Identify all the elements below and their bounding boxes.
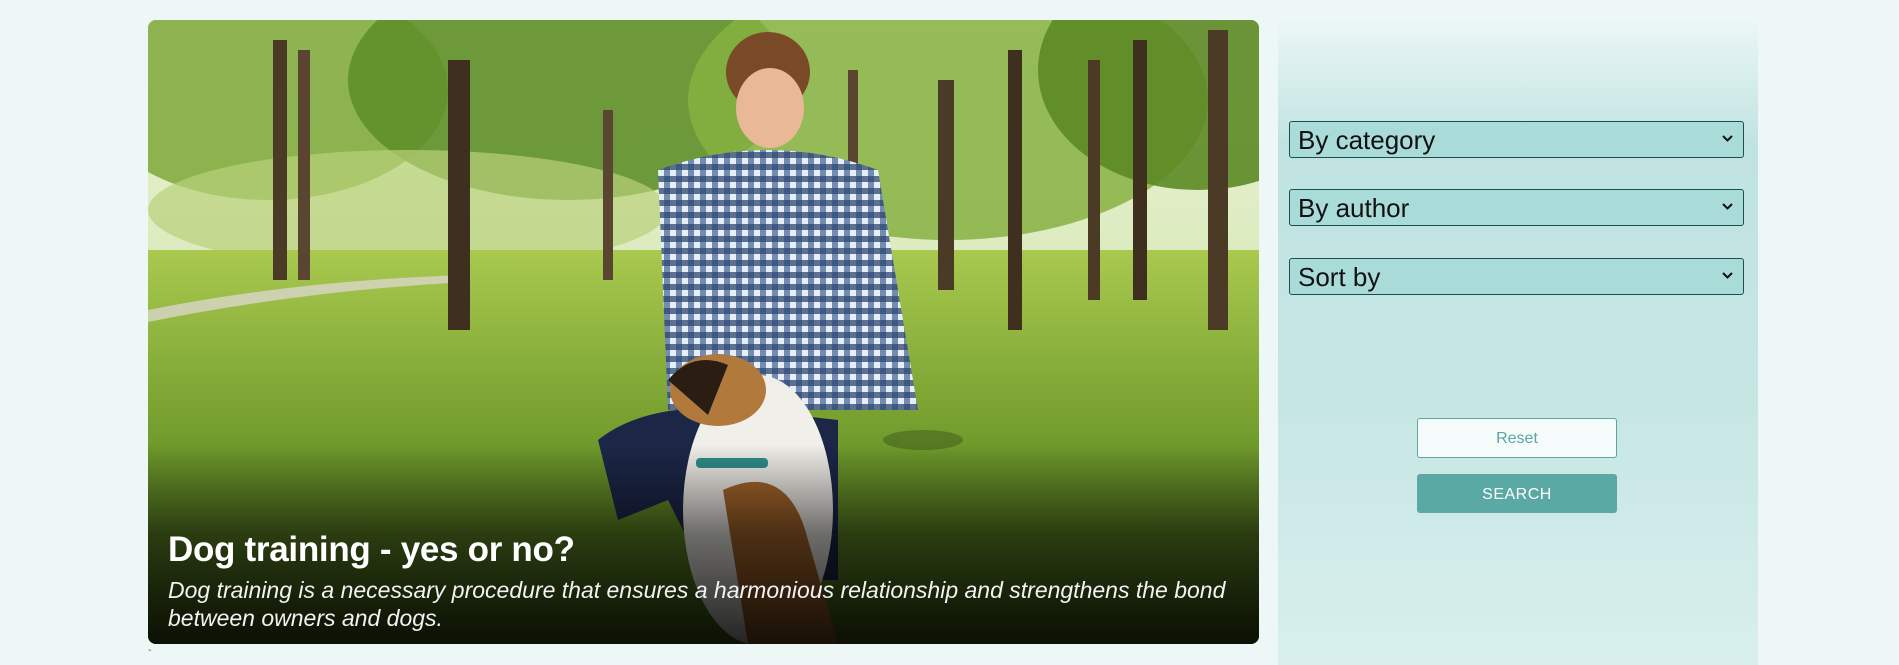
filter-sidebar: By category By author Sort by Reset SEAR… xyxy=(1278,14,1758,665)
author-select[interactable]: By author xyxy=(1289,189,1744,226)
reset-button[interactable]: Reset xyxy=(1417,418,1617,458)
sort-filter: Sort by xyxy=(1289,258,1744,295)
stray-dash: - xyxy=(148,645,152,656)
category-filter: By category xyxy=(1289,121,1744,158)
category-select[interactable]: By category xyxy=(1289,121,1744,158)
search-button[interactable]: SEARCH xyxy=(1417,474,1617,513)
author-filter: By author xyxy=(1289,189,1744,226)
article-title[interactable]: Dog training - yes or no? xyxy=(168,530,575,570)
featured-article-card[interactable]: Dog training - yes or no? Dog training i… xyxy=(148,20,1259,644)
sort-select[interactable]: Sort by xyxy=(1289,258,1744,295)
article-description: Dog training is a necessary procedure th… xyxy=(168,577,1226,631)
page: Dog training - yes or no? Dog training i… xyxy=(0,0,1899,665)
